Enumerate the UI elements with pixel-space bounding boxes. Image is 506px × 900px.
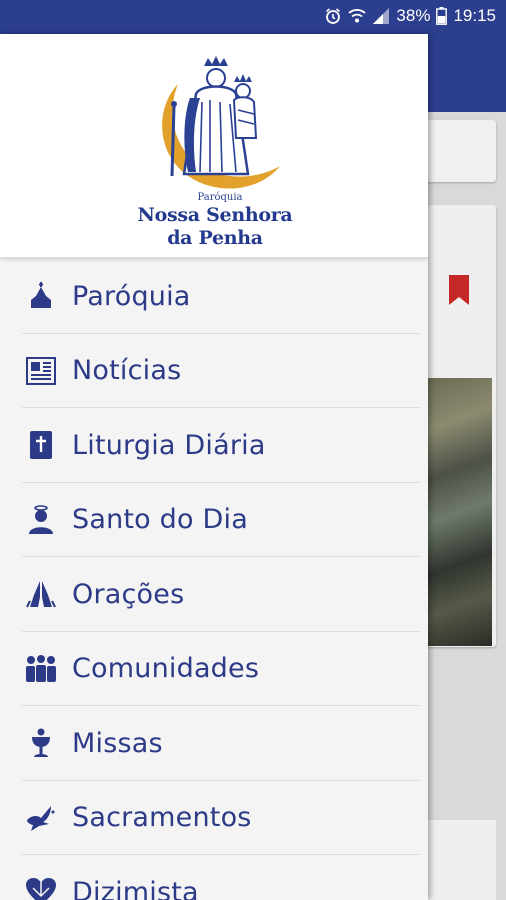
drawer-header: Paróquia Nossa Senhora da Penha (0, 34, 428, 258)
signal-icon (372, 7, 390, 25)
alarm-icon (324, 7, 342, 25)
logo-title-line1: Nossa Senhora (137, 204, 293, 226)
menu-item-noticias[interactable]: Notícias (0, 334, 428, 409)
menu-label: Dizimista (72, 876, 199, 900)
menu-item-comunidades[interactable]: Comunidades (0, 632, 428, 707)
chalice-icon (24, 726, 58, 760)
menu-item-sacramentos[interactable]: Sacramentos (0, 781, 428, 856)
status-time: 19:15 (453, 6, 496, 25)
drawer-menu: Paróquia Notícias Liturgia Diária Santo … (0, 259, 428, 900)
newspaper-icon (24, 354, 58, 388)
menu-label: Sacramentos (72, 802, 252, 834)
battery-icon (436, 7, 448, 25)
saint-icon (24, 503, 58, 537)
menu-item-paroquia[interactable]: Paróquia (0, 259, 428, 334)
menu-item-dizimista[interactable]: Dizimista (0, 855, 428, 900)
news-card-2[interactable] (420, 820, 496, 900)
church-icon (24, 279, 58, 313)
menu-label: Orações (72, 578, 185, 610)
status-bar: 38% 19:15 (0, 0, 506, 34)
menu-item-liturgia[interactable]: Liturgia Diária (0, 408, 428, 483)
menu-label: Paróquia (72, 280, 191, 312)
logo-title-line2: da Penha (167, 227, 263, 249)
menu-item-oracoes[interactable]: Orações (0, 557, 428, 632)
bookmark-icon[interactable] (449, 275, 469, 309)
menu-label: Santo do Dia (72, 504, 248, 536)
search-card[interactable] (420, 120, 496, 182)
community-icon (24, 652, 58, 686)
menu-label: Notícias (72, 355, 182, 387)
menu-label: Liturgia Diária (72, 429, 266, 461)
heart-icon (24, 875, 58, 900)
wifi-icon (348, 7, 367, 25)
praying-hands-icon (24, 577, 58, 611)
logo-small-text: Paróquia (197, 192, 243, 203)
dove-icon (24, 801, 58, 835)
menu-item-missas[interactable]: Missas (0, 706, 428, 781)
menu-label: Missas (72, 727, 163, 759)
news-image (428, 378, 492, 646)
parish-logo: Paróquia Nossa Senhora da Penha (130, 54, 300, 254)
battery-percent: 38% (396, 6, 431, 25)
menu-label: Comunidades (72, 653, 260, 685)
navigation-drawer: Paróquia Nossa Senhora da Penha Paróquia… (0, 34, 428, 900)
menu-item-santo-do-dia[interactable]: Santo do Dia (0, 483, 428, 558)
our-lady-icon (162, 56, 280, 189)
status-icons: 38% 19:15 (324, 6, 496, 26)
bible-icon (24, 428, 58, 462)
